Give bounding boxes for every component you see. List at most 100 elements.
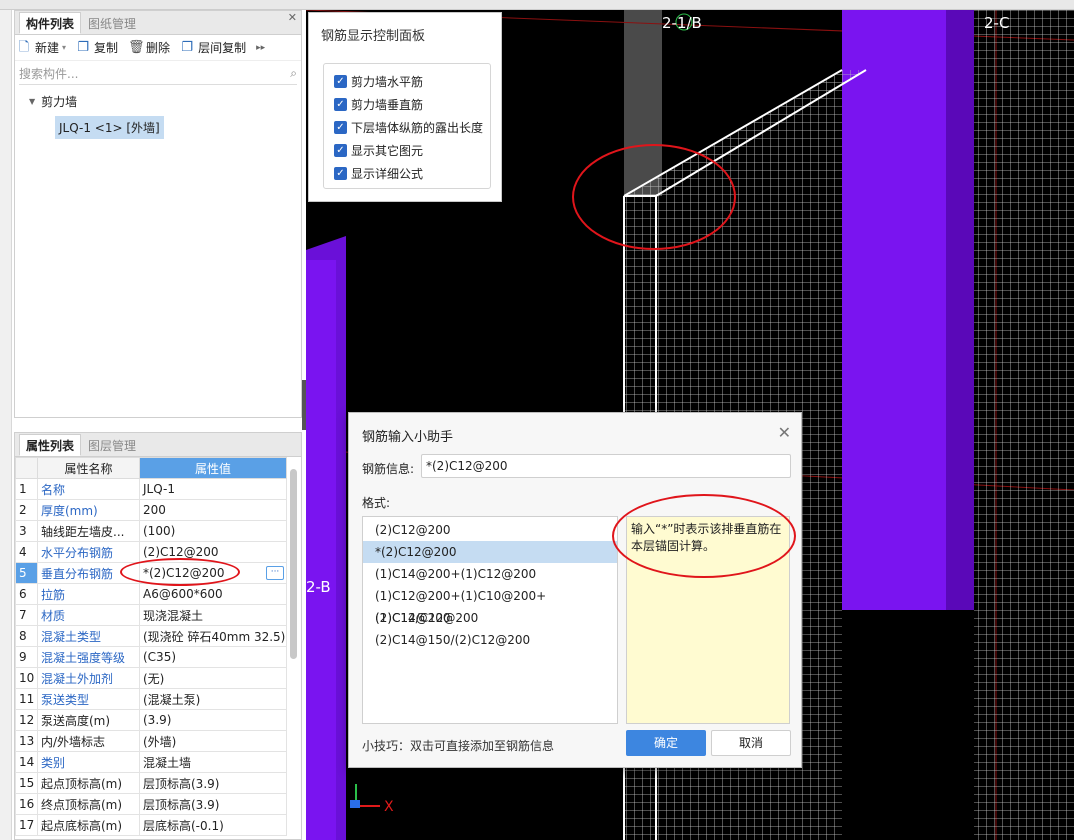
format-label: 格式: <box>362 496 391 510</box>
property-name: 内/外墙标志 <box>37 730 140 752</box>
property-value[interactable]: 层底标高(-0.1) <box>139 814 287 836</box>
tab-component-list[interactable]: 构件列表 <box>19 12 82 34</box>
checkbox-checked-icon[interactable]: ✓ <box>334 167 347 180</box>
format-item[interactable]: *(2)C12@200 <box>363 541 617 563</box>
property-value[interactable]: 层顶标高(3.9) <box>139 793 287 815</box>
top-toolbar-strip <box>0 0 1074 10</box>
cancel-button[interactable]: 取消 <box>711 730 791 756</box>
trash-icon: 🗑 <box>128 39 145 55</box>
property-value-text: (3.9) <box>143 713 172 727</box>
property-value-text: (外墙) <box>143 734 177 749</box>
property-row[interactable]: 12 泵送高度(m) (3.9) <box>15 709 287 731</box>
property-row[interactable]: 2 厚度(mm) 200 <box>15 499 287 521</box>
copy-button[interactable]: ❐ 复制 <box>76 39 118 56</box>
format-item[interactable]: (1)C12@200+(1)C10@200+(1)C12@200 <box>363 585 617 625</box>
format-item[interactable]: (1)C14@200+(1)C12@200 <box>363 563 617 585</box>
property-row[interactable]: 17 起点底标高(m) 层底标高(-0.1) <box>15 814 287 836</box>
tab-property-list[interactable]: 属性列表 <box>19 434 82 456</box>
checkbox-checked-icon[interactable]: ✓ <box>334 75 347 88</box>
dialog-title: 钢筋输入小助手 <box>362 430 454 445</box>
format-item[interactable]: (2)C12@200 <box>363 519 617 541</box>
option-label: 显示其它图元 <box>351 144 424 158</box>
property-value-text: (现浇砼 碎石40mm 32.5) <box>143 629 286 644</box>
close-icon[interactable]: ✕ <box>778 423 791 442</box>
property-value-header: 属性值 <box>139 457 287 479</box>
property-value[interactable]: (现浇砼 碎石40mm 32.5) <box>139 625 287 647</box>
property-value[interactable]: 200 <box>139 499 287 521</box>
property-row[interactable]: 9 混凝土强度等级 (C35) <box>15 646 287 668</box>
new-button[interactable]: 🗋 新建 ▾ <box>17 39 66 56</box>
ok-button[interactable]: 确定 <box>626 730 706 756</box>
property-row[interactable]: 10 混凝土外加剂 (无) <box>15 667 287 689</box>
property-row[interactable]: 3 轴线距左墙皮... (100) <box>15 520 287 542</box>
rebar-input-assistant-dialog: 钢筋输入小助手 ✕ 钢筋信息: *(2)C12@200 格式: (2)C12@2… <box>348 412 802 768</box>
display-option-checkbox[interactable]: ✓ 剪力墙水平筋 <box>324 70 490 93</box>
checkbox-checked-icon[interactable]: ✓ <box>334 98 347 111</box>
property-row[interactable]: 7 材质 现浇混凝土 <box>15 604 287 626</box>
property-row[interactable]: 16 终点顶标高(m) 层顶标高(3.9) <box>15 793 287 815</box>
tab-layer-management[interactable]: 图层管理 <box>81 434 143 456</box>
vertical-scrollbar[interactable] <box>290 469 297 659</box>
option-label: 显示详细公式 <box>351 167 424 181</box>
property-value[interactable]: 现浇混凝土 <box>139 604 287 626</box>
property-row[interactable]: 1 名称 JLQ-1 <box>15 478 287 500</box>
search-icon: ⌕ <box>290 66 297 80</box>
search-input[interactable]: 搜索构件... ⌕ <box>19 63 297 85</box>
property-value[interactable]: 混凝土墙 <box>139 751 287 773</box>
left-edge-bar <box>0 10 12 840</box>
property-value-text: 层底标高(-0.1) <box>143 818 224 833</box>
property-value[interactable]: JLQ-1 <box>139 478 287 500</box>
property-tabs: 属性列表 图层管理 <box>15 433 301 457</box>
display-option-checkbox[interactable]: ✓ 显示其它图元 <box>324 139 490 162</box>
checkbox-checked-icon[interactable]: ✓ <box>334 121 347 134</box>
annotation-ellipse <box>612 494 796 578</box>
tab-drawing-management[interactable]: 图纸管理 <box>81 12 143 34</box>
tree-item-jlq1[interactable]: JLQ-1 <1> [外墙] <box>55 116 164 139</box>
property-value[interactable]: 层顶标高(3.9) <box>139 772 287 794</box>
property-name: 终点顶标高(m) <box>37 793 140 815</box>
display-option-checkbox[interactable]: ✓ 显示详细公式 <box>324 162 490 185</box>
property-value-text: A6@600*600 <box>143 587 223 601</box>
property-row[interactable]: 8 混凝土类型 (现浇砼 碎石40mm 32.5) <box>15 625 287 647</box>
property-row[interactable]: 15 起点顶标高(m) 层顶标高(3.9) <box>15 772 287 794</box>
property-row[interactable]: 14 类别 混凝土墙 <box>15 751 287 773</box>
option-label: 剪力墙水平筋 <box>351 75 424 89</box>
property-row[interactable]: 13 内/外墙标志 (外墙) <box>15 730 287 752</box>
checkbox-checked-icon[interactable]: ✓ <box>334 144 347 157</box>
format-item[interactable]: (2)C14@150/(2)C12@200 <box>363 629 617 651</box>
row-index: 17 <box>15 814 38 836</box>
rebar-info-input[interactable]: *(2)C12@200 <box>421 454 791 478</box>
row-index: 16 <box>15 793 38 815</box>
delete-button[interactable]: 🗑 删除 <box>128 39 170 56</box>
property-value-text: (混凝土泵) <box>143 692 201 707</box>
row-index: 2 <box>15 499 38 521</box>
property-value[interactable]: (C35) <box>139 646 287 668</box>
format-list[interactable]: (2)C12@200 *(2)C12@200 (1)C14@200+(1)C12@2… <box>362 516 618 724</box>
more-options-icon[interactable]: ··· <box>266 566 284 580</box>
property-value[interactable]: (混凝土泵) <box>139 688 287 710</box>
annotation-ellipse <box>572 144 736 250</box>
row-index: 8 <box>15 625 38 647</box>
tree-category-shear-wall[interactable]: ▼ 剪力墙 <box>29 93 301 110</box>
axis-label-2-b: 2-B <box>306 578 331 596</box>
property-value[interactable]: A6@600*600 <box>139 583 287 605</box>
property-row[interactable]: 11 泵送类型 (混凝土泵) <box>15 688 287 710</box>
overflow-arrow-icon[interactable]: ▸▸ <box>256 43 265 53</box>
close-icon[interactable]: ✕ <box>288 433 297 434</box>
property-name: 厚度(mm) <box>37 499 140 521</box>
control-options-box: ✓ 剪力墙水平筋 ✓ 剪力墙垂直筋 ✓ 下层墙体纵筋的露出长度 ✓ 显示其它图元 ✓ 显示详细公式 <box>323 63 491 189</box>
floor-copy-button[interactable]: ❐ 层间复制 <box>180 39 246 56</box>
purple-wall-left-face <box>306 260 336 840</box>
property-value[interactable]: (100) <box>139 520 287 542</box>
property-value-text: JLQ-1 <box>143 482 175 496</box>
annotation-ellipse <box>120 558 240 586</box>
property-value[interactable]: (外墙) <box>139 730 287 752</box>
display-option-checkbox[interactable]: ✓ 剪力墙垂直筋 <box>324 93 490 116</box>
close-icon[interactable]: ✕ <box>288 11 297 24</box>
property-row[interactable]: 6 拉筋 A6@600*600 <box>15 583 287 605</box>
axis-x-label: X <box>384 799 394 815</box>
property-value[interactable]: (无) <box>139 667 287 689</box>
format-item[interactable]: (2)C14/C12@200 <box>363 607 617 629</box>
display-option-checkbox[interactable]: ✓ 下层墙体纵筋的露出长度 <box>324 116 490 139</box>
property-value[interactable]: (3.9) <box>139 709 287 731</box>
